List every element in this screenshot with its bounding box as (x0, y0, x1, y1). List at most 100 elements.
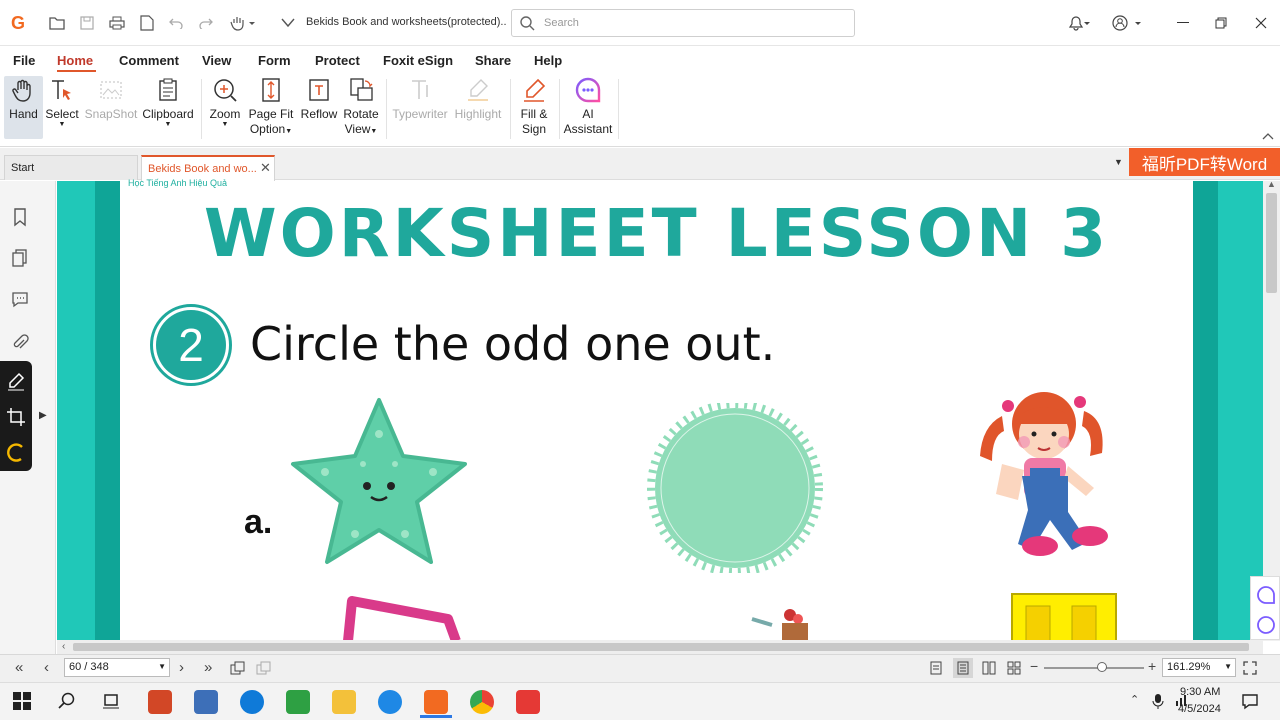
attachment-icon[interactable] (10, 333, 30, 353)
search-taskbar-icon[interactable] (58, 692, 76, 710)
zoom-slider-handle[interactable] (1097, 662, 1107, 672)
zoom-out-icon[interactable]: − (1030, 658, 1038, 674)
next-view-icon[interactable] (256, 661, 272, 675)
menu-help[interactable]: Help (534, 53, 562, 68)
snapshot-button[interactable]: SnapShot (85, 77, 137, 122)
foxit-logo-icon[interactable]: G (8, 13, 28, 33)
ai-brand-icon[interactable] (1256, 615, 1276, 635)
expand-panel-arrow-icon[interactable]: ▶ (39, 410, 47, 421)
powerpoint-app-icon[interactable] (148, 690, 172, 714)
system-tray-expand-icon[interactable]: ⌃ (1130, 693, 1139, 706)
scroll-up-arrow-icon[interactable]: ▲ (1267, 179, 1276, 189)
ai-chat-icon[interactable] (1256, 585, 1276, 605)
page-dropdown-icon[interactable]: ▼ (158, 662, 166, 671)
close-tab-icon[interactable]: ✕ (260, 160, 271, 176)
tab-list-dropdown-icon[interactable]: ▼ (1114, 157, 1123, 167)
notification-center-icon[interactable] (1241, 692, 1259, 710)
restore-button[interactable] (1206, 10, 1236, 36)
chrome-browser-icon[interactable] (470, 690, 494, 714)
search-box[interactable] (511, 9, 855, 37)
ribbon-separator (559, 79, 560, 139)
rotate-view-button[interactable]: Rotate View▼ (342, 77, 380, 139)
properties-icon[interactable] (137, 13, 157, 33)
windows-start-icon[interactable] (13, 692, 31, 710)
taskbar-date[interactable]: 4/5/2024 (1178, 703, 1221, 715)
microphone-icon[interactable] (1152, 693, 1164, 709)
search-input[interactable] (544, 15, 844, 31)
first-page-icon[interactable]: « (15, 659, 23, 676)
facing-view-icon[interactable] (982, 661, 996, 675)
pages-thumbnail-icon[interactable] (10, 248, 30, 268)
minimize-button[interactable] (1168, 10, 1198, 36)
reflow-label: Reflow (300, 107, 338, 121)
file-explorer-icon[interactable] (332, 690, 356, 714)
open-folder-icon[interactable] (47, 13, 67, 33)
bookmark-icon[interactable] (10, 207, 30, 227)
zoom-button[interactable]: Zoom ▼ (208, 77, 242, 128)
redo-icon[interactable] (196, 13, 216, 33)
screen-recorder-icon[interactable] (516, 690, 540, 714)
scrollbar-thumb[interactable] (1266, 193, 1277, 293)
highlight-button[interactable]: Highlight (452, 77, 504, 122)
zalo-app-icon[interactable] (378, 690, 402, 714)
zoom-level-field[interactable]: 161.29% ▼ (1162, 658, 1236, 677)
menu-form[interactable]: Form (258, 53, 291, 68)
pen-tool-icon[interactable] (6, 371, 26, 391)
hscrollbar-thumb[interactable] (73, 643, 1249, 651)
hand-tool-button[interactable]: Hand (8, 77, 39, 122)
menu-protect[interactable]: Protect (315, 53, 360, 68)
menu-share[interactable]: Share (475, 53, 511, 68)
zoom-in-icon[interactable]: + (1148, 658, 1156, 674)
next-page-icon[interactable]: › (179, 659, 184, 676)
select-tool-button[interactable]: Select ▼ (45, 77, 79, 128)
print-icon[interactable] (107, 13, 127, 33)
continuous-facing-view-icon[interactable] (1007, 661, 1021, 675)
menu-comment[interactable]: Comment (119, 53, 179, 68)
hand-mode-dropdown-icon[interactable] (228, 13, 258, 33)
close-window-button[interactable] (1246, 10, 1276, 36)
undo-icon[interactable] (166, 13, 186, 33)
classin-app-icon[interactable] (286, 690, 310, 714)
single-page-view-icon[interactable] (929, 661, 943, 675)
zoom-dropdown-icon[interactable]: ▼ (1224, 662, 1232, 671)
menu-foxit-esign[interactable]: Foxit eSign (383, 53, 453, 68)
fill-sign-pen-icon (524, 78, 546, 102)
foxit-reader-taskbar-icon[interactable] (424, 690, 448, 714)
previous-page-icon[interactable]: ‹ (44, 659, 49, 676)
ai-assistant-button[interactable]: AI Assistant (564, 77, 612, 137)
tab-start[interactable]: Start (4, 155, 138, 180)
taskbar-time[interactable]: 9:30 AM (1180, 686, 1220, 698)
menu-view[interactable]: View (202, 53, 231, 68)
fill-and-sign-button[interactable]: Fill & Sign (516, 77, 552, 137)
full-screen-icon[interactable] (1243, 661, 1257, 675)
notification-bell-icon[interactable] (1064, 10, 1094, 36)
tab-document-label: Bekids Book and wo... (148, 163, 257, 175)
reflow-button[interactable]: Reflow (300, 77, 338, 122)
exercise-number: 2 (156, 310, 226, 380)
page-fit-label-1: Page Fit (248, 107, 294, 121)
menu-home[interactable]: Home (57, 53, 93, 68)
save-icon[interactable] (77, 13, 97, 33)
clipboard-button[interactable]: Clipboard ▼ (142, 77, 194, 128)
comments-icon[interactable] (10, 289, 30, 309)
task-view-icon[interactable] (102, 692, 120, 710)
menu-file[interactable]: File (13, 53, 35, 68)
typewriter-button[interactable]: Typewriter (392, 77, 448, 122)
scroll-left-arrow-icon[interactable]: ‹ (62, 641, 65, 652)
edge-browser-icon[interactable] (240, 690, 264, 714)
vertical-scrollbar[interactable]: ▲ (1263, 179, 1280, 641)
lasso-tool-icon[interactable] (5, 441, 27, 463)
collapse-ribbon-icon[interactable] (1262, 129, 1274, 141)
horizontal-scrollbar[interactable]: ‹ (57, 640, 1263, 654)
previous-view-icon[interactable] (230, 661, 246, 675)
page-number-field[interactable]: 60 / 348 ▼ (64, 658, 170, 677)
last-page-icon[interactable]: » (204, 659, 212, 676)
crop-tool-icon[interactable] (6, 407, 26, 427)
account-icon[interactable] (1112, 10, 1142, 36)
customize-toolbar-icon[interactable] (278, 13, 298, 33)
page-fit-option-button[interactable]: Page Fit Option▼ (249, 77, 293, 139)
zoom-slider-track[interactable] (1044, 667, 1144, 669)
pdf-to-word-banner[interactable]: 福昕PDF转Word (1129, 148, 1280, 176)
file-transfer-app-icon[interactable] (194, 690, 218, 714)
continuous-page-view-icon[interactable] (956, 661, 970, 675)
